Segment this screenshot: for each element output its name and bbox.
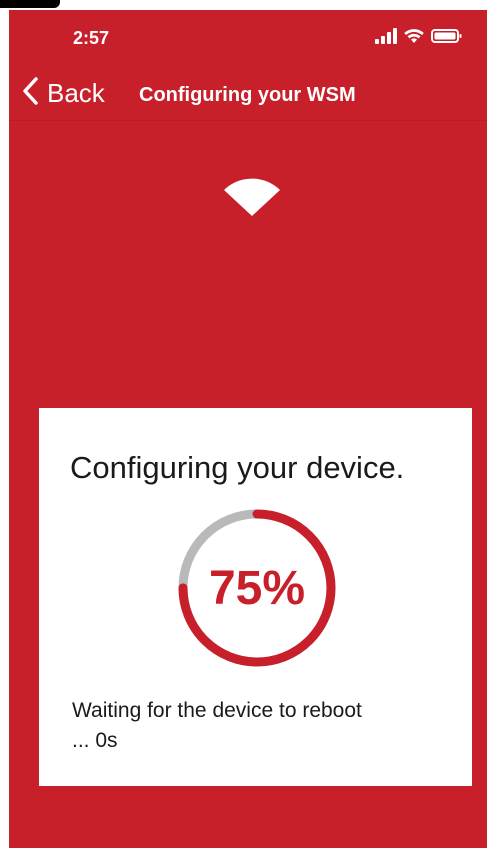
top-strip — [0, 0, 491, 10]
back-label: Back — [47, 78, 105, 108]
status-time: 2:57 — [73, 28, 110, 48]
navigation-bar: Back Configuring your WSM — [9, 62, 487, 121]
page-title: Configuring your WSM — [139, 84, 356, 106]
card-title: Configuring your device. — [70, 450, 405, 485]
signal-icon — [375, 27, 397, 49]
progress-percent: 75% — [208, 561, 306, 615]
back-button[interactable]: Back — [21, 76, 105, 111]
app-screen: 2:57 Back Configuring your WSM Configuri… — [9, 10, 487, 848]
battery-icon — [431, 28, 463, 49]
status-message: Waiting for the device to reboot ... 0s — [72, 699, 362, 752]
chevron-left-icon — [21, 76, 41, 111]
wifi-icon — [224, 176, 280, 216]
status-bar: 2:57 — [9, 10, 487, 62]
top-edge-fragment — [0, 0, 60, 8]
progress-card: Configuring your device. 75% Waiting for… — [39, 408, 472, 786]
wifi-icon — [403, 28, 425, 49]
status-icons — [375, 27, 463, 49]
